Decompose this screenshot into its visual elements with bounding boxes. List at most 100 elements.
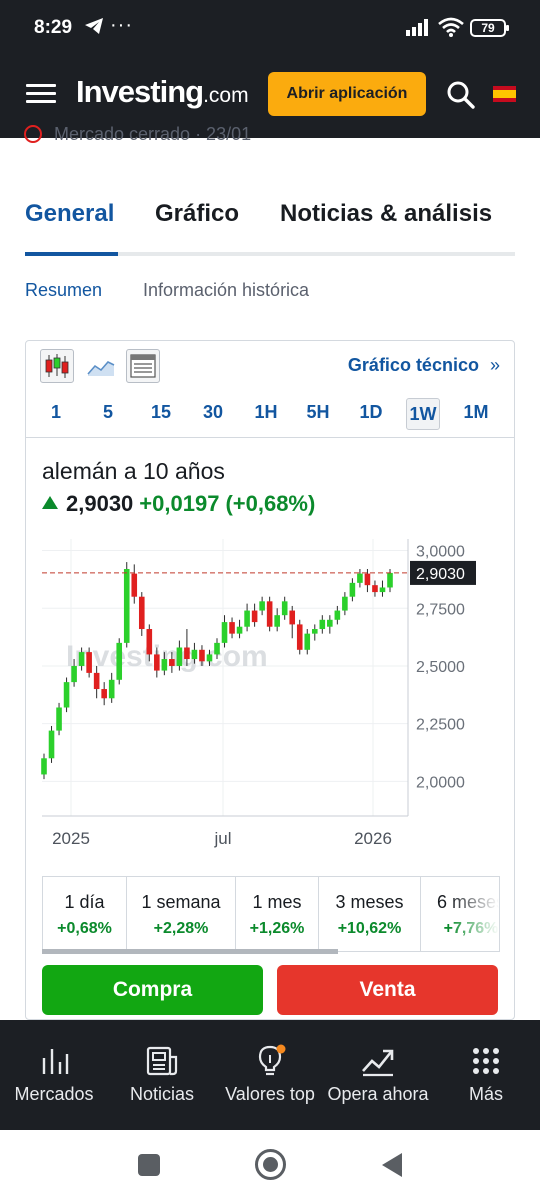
bottom-navigation: Mercados Noticias Valores top Opera ahor…: [0, 1020, 540, 1130]
range-30[interactable]: 30: [193, 402, 233, 423]
nav-mas[interactable]: Más: [432, 1020, 540, 1130]
lightbulb-icon: [258, 1044, 286, 1076]
tab-noticias-analisis[interactable]: Noticias & análisis: [280, 200, 492, 228]
bar-chart-icon: [42, 1049, 69, 1074]
candle-body: [56, 707, 62, 731]
candle-body: [146, 629, 153, 655]
perf-label: 1 semana: [141, 892, 221, 912]
tab-general[interactable]: General: [25, 200, 114, 228]
back-icon[interactable]: [382, 1153, 402, 1177]
hamburger-menu-icon[interactable]: [26, 84, 56, 106]
instrument-name: alemán a 10 años: [42, 458, 225, 484]
range-5[interactable]: 5: [88, 402, 128, 423]
candle-body: [199, 649, 205, 662]
candle-body: [364, 573, 371, 586]
nav-valores-top[interactable]: Valores top: [216, 1020, 324, 1130]
perf-value: +0,68%: [57, 920, 112, 937]
candle-body: [311, 629, 318, 634]
candle-body: [78, 652, 85, 666]
scroll-fade: [449, 877, 499, 951]
sell-button[interactable]: Venta: [277, 965, 498, 1015]
subtab-informacion-historica[interactable]: Información histórica: [143, 280, 309, 301]
recent-apps-icon[interactable]: [138, 1154, 160, 1176]
range-1w[interactable]: 1W: [406, 398, 440, 430]
nav-noticias[interactable]: Noticias: [108, 1020, 216, 1130]
tab-grafico[interactable]: Gráfico: [155, 200, 239, 228]
more-notifications-icon: ···: [110, 14, 133, 36]
battery-level: 79: [481, 21, 495, 35]
chart-card: Gráfico técnico » 1 5 15 30 1H 5H 1D 1W …: [25, 340, 515, 1020]
performance-scrollbar[interactable]: [42, 949, 338, 954]
system-navigation-bar: [0, 1130, 540, 1200]
subtab-resumen[interactable]: Resumen: [25, 280, 102, 301]
status-time: 8:29: [34, 17, 73, 38]
candle-body: [327, 619, 333, 627]
newspaper-icon: [146, 1046, 178, 1076]
spain-flag-icon[interactable]: [493, 86, 516, 102]
active-tab-indicator: [25, 252, 118, 256]
candle-body: [319, 619, 326, 630]
candle-body: [161, 659, 168, 671]
candle-body: [266, 601, 273, 627]
time-range-selector: 1 5 15 30 1H 5H 1D 1W 1M: [26, 396, 514, 438]
arrow-up-icon: [42, 496, 58, 509]
candle-body: [236, 626, 243, 634]
perf-1-dia[interactable]: 1 día +0,68%: [43, 877, 127, 951]
candle-body: [274, 615, 280, 627]
x-tick-label: 2025: [52, 829, 90, 848]
candle-body: [281, 601, 288, 616]
candle-body: [101, 689, 107, 699]
y-tick-label: 3,0000: [416, 544, 465, 561]
investing-logo[interactable]: Investing.com: [76, 74, 249, 110]
candle-body: [334, 610, 341, 620]
range-15[interactable]: 15: [141, 402, 181, 423]
clock-icon: [24, 125, 42, 143]
range-1h[interactable]: 1H: [246, 402, 286, 423]
candle-body: [108, 679, 115, 699]
perf-value: +10,62%: [337, 920, 402, 937]
buy-button[interactable]: Compra: [42, 965, 263, 1015]
perf-3-meses[interactable]: 3 meses +10,62%: [319, 877, 421, 951]
candle-body: [251, 610, 258, 623]
telegram-icon: [85, 18, 103, 34]
candle-body: [63, 682, 70, 708]
candle-body: [229, 622, 235, 634]
perf-value: +1,26%: [249, 920, 305, 937]
perf-1-mes[interactable]: 1 mes +1,26%: [236, 877, 319, 951]
technical-chart-link[interactable]: Gráfico técnico »: [348, 355, 500, 376]
chevron-right-icon: »: [489, 355, 500, 375]
candle-body: [214, 642, 220, 655]
candlestick-icon[interactable]: [40, 349, 74, 383]
candle-body: [304, 633, 311, 650]
candle-body: [184, 647, 190, 660]
nav-opera-ahora[interactable]: Opera ahora: [324, 1020, 432, 1130]
area-chart-icon[interactable]: [84, 349, 118, 383]
candle-body: [48, 730, 55, 759]
nav-mercados[interactable]: Mercados: [0, 1020, 108, 1130]
candle-body: [221, 622, 228, 643]
range-5h[interactable]: 5H: [298, 402, 338, 423]
perf-1-semana[interactable]: 1 semana +2,28%: [127, 877, 236, 951]
candle-body: [116, 642, 123, 680]
candle-body: [259, 601, 265, 611]
price-chart[interactable]: Investing.com 3,00002,75002,50002,25002,…: [26, 531, 514, 861]
perf-value: +2,28%: [153, 920, 209, 937]
range-1m[interactable]: 1M: [456, 402, 496, 423]
candle-body: [86, 652, 92, 673]
market-status-text: Mercado cerrado · 23/01: [54, 124, 252, 144]
logo-main: Investing: [76, 74, 204, 109]
candle-body: [123, 569, 130, 643]
candle-body: [289, 610, 296, 625]
range-1d[interactable]: 1D: [351, 402, 391, 423]
home-icon[interactable]: [255, 1149, 286, 1180]
perf-label: 1 día: [64, 892, 105, 912]
candle-body: [131, 573, 138, 597]
range-1[interactable]: 1: [36, 402, 76, 423]
nav-label: Más: [468, 1084, 503, 1104]
candle-body: [71, 665, 77, 683]
y-tick-label: 2,0000: [416, 774, 465, 791]
open-app-button[interactable]: Abrir aplicación: [268, 72, 426, 116]
technical-chart-label: Gráfico técnico: [347, 355, 479, 375]
table-icon[interactable]: [126, 349, 160, 383]
search-icon[interactable]: [446, 80, 476, 110]
